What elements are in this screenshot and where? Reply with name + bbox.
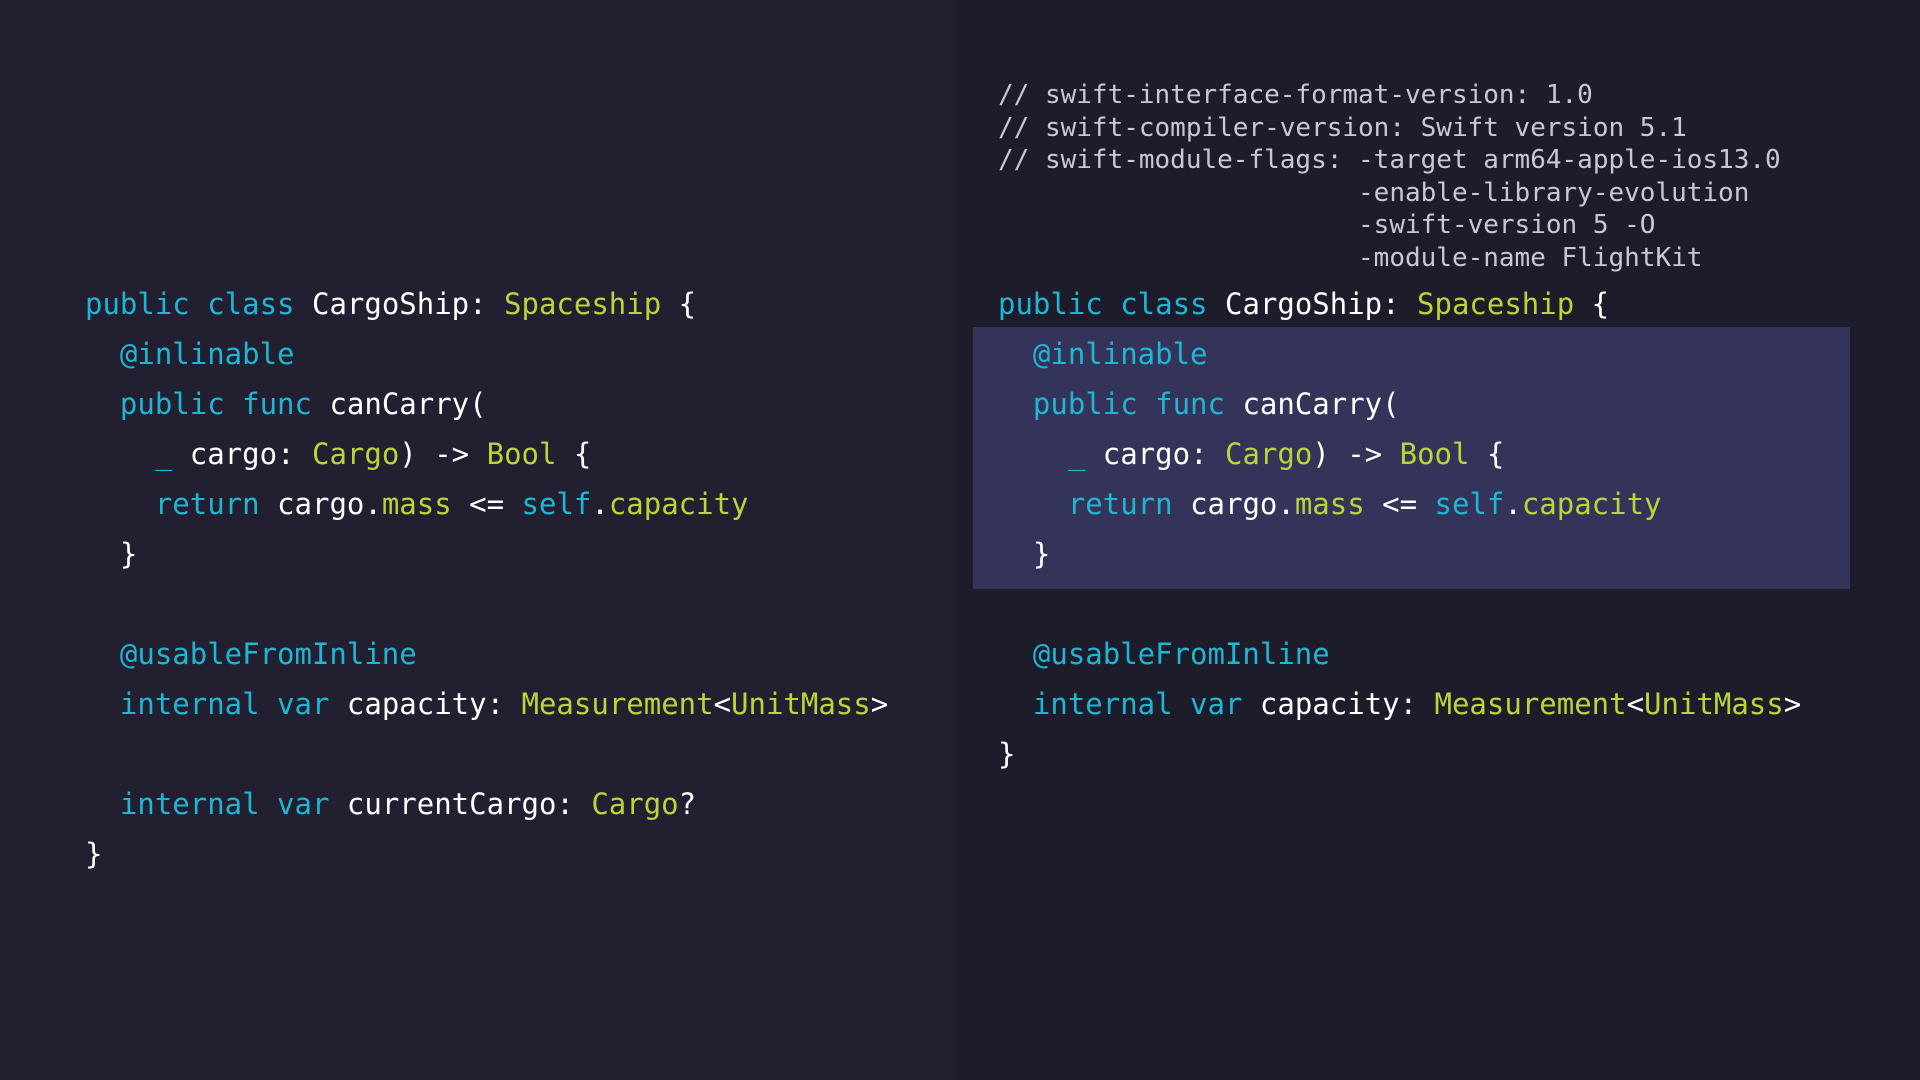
code-token: CargoShip: [1224, 287, 1418, 321]
source-code-line: internal var currentCargo: Cargo? [85, 779, 888, 829]
code-token: ) -> [1312, 437, 1400, 471]
source-code-line: @usableFromInline [85, 629, 888, 679]
code-token: capacity: [346, 687, 522, 721]
code-token: > [870, 687, 889, 721]
interface-code-line [998, 579, 1801, 629]
header-comment-line: // swift-compiler-version: Swift version… [998, 112, 1687, 143]
code-token: . [1504, 487, 1522, 521]
interface-code-line: internal var capacity: Measurement<UnitM… [998, 679, 1801, 729]
slide: // swift-interface-format-version: 1.0//… [0, 0, 1920, 1080]
source-code-line: public func canCarry( [85, 379, 888, 429]
code-token: ? [678, 787, 697, 821]
code-token: canCarry( [1242, 387, 1400, 421]
code-token: > [1783, 687, 1802, 721]
code-token: Spaceship [504, 287, 662, 321]
code-token: internal var [85, 787, 347, 821]
code-token: Cargo [591, 787, 679, 821]
code-token: } [998, 737, 1016, 771]
code-token: self [1434, 487, 1505, 521]
source-code-line [85, 579, 888, 629]
code-token: @inlinable [998, 337, 1208, 371]
source-code-line: } [85, 529, 888, 579]
code-token: . [591, 487, 609, 521]
interface-code-line: @inlinable [998, 329, 1801, 379]
code-token: cargo: [1102, 437, 1225, 471]
code-token: public class [998, 287, 1225, 321]
interface-code-line: return cargo.mass <= self.capacity [998, 479, 1801, 529]
interface-code-line: @usableFromInline [998, 629, 1801, 679]
code-token: capacity [1521, 487, 1662, 521]
code-token: @inlinable [85, 337, 295, 371]
source-code-line: } [85, 829, 888, 879]
code-token: { [1469, 437, 1505, 471]
code-token: mass [381, 487, 452, 521]
source-code-line: return cargo.mass <= self.capacity [85, 479, 888, 529]
code-token: @usableFromInline [85, 637, 417, 671]
code-token: self [521, 487, 592, 521]
code-token: cargo: [189, 437, 312, 471]
code-token: cargo. [277, 487, 382, 521]
code-token: return [998, 487, 1191, 521]
code-token: Spaceship [1417, 287, 1575, 321]
source-code-line: @inlinable [85, 329, 888, 379]
code-token: Cargo [311, 437, 400, 471]
code-token: < [1626, 687, 1645, 721]
code-token: Bool [1399, 437, 1470, 471]
code-token: { [661, 287, 697, 321]
code-token: Bool [486, 437, 557, 471]
code-token: cargo. [1190, 487, 1295, 521]
code-token: public func [998, 387, 1243, 421]
code-token: @usableFromInline [998, 637, 1330, 671]
code-token: UnitMass [1644, 687, 1784, 721]
header-comment-line: // swift-module-flags: -target arm64-app… [998, 145, 1781, 176]
code-token: CargoShip: [311, 287, 505, 321]
code-token: } [998, 537, 1051, 571]
code-token: mass [1294, 487, 1365, 521]
code-token: internal var [998, 687, 1260, 721]
code-token: public class [85, 287, 312, 321]
code-token: public func [85, 387, 330, 421]
interface-code-line: } [998, 729, 1801, 779]
code-token: _ [85, 437, 190, 471]
code-token: <= [1364, 487, 1435, 521]
code-token: { [1574, 287, 1610, 321]
code-token: Cargo [1224, 437, 1313, 471]
code-token: Measurement [1434, 687, 1627, 721]
source-code-line: internal var capacity: Measurement<UnitM… [85, 679, 888, 729]
code-token: <= [451, 487, 522, 521]
code-token: } [85, 837, 103, 871]
code-token: ) -> [399, 437, 487, 471]
interface-code-block: public class CargoShip: Spaceship { @inl… [998, 279, 1801, 779]
code-token: capacity: [1259, 687, 1435, 721]
code-token: currentCargo: [346, 787, 592, 821]
code-token: Measurement [521, 687, 714, 721]
code-token: UnitMass [731, 687, 871, 721]
code-token: } [85, 537, 138, 571]
header-comment-line: -enable-library-evolution [998, 177, 1750, 208]
interface-code-line: } [998, 529, 1801, 579]
header-comment-line: // swift-interface-format-version: 1.0 [998, 80, 1593, 110]
interface-code-line: _ cargo: Cargo) -> Bool { [998, 429, 1801, 479]
code-token: canCarry( [329, 387, 487, 421]
source-code-line: _ cargo: Cargo) -> Bool { [85, 429, 888, 479]
code-token: < [713, 687, 732, 721]
interface-code-line: public func canCarry( [998, 379, 1801, 429]
code-token: { [556, 437, 592, 471]
code-token: capacity [608, 487, 749, 521]
source-code-line: public class CargoShip: Spaceship { [85, 279, 888, 329]
interface-code-line: public class CargoShip: Spaceship { [998, 279, 1801, 329]
header-comment-line: -module-name FlightKit [998, 242, 1703, 273]
header-comment-line: -swift-version 5 -O [998, 210, 1656, 241]
code-token: return [85, 487, 278, 521]
code-token: internal var [85, 687, 347, 721]
source-code-block: public class CargoShip: Spaceship { @inl… [85, 279, 888, 879]
source-code-line [85, 729, 888, 779]
interface-header-comments: // swift-interface-format-version: 1.0//… [998, 79, 1781, 275]
code-token: _ [998, 437, 1103, 471]
